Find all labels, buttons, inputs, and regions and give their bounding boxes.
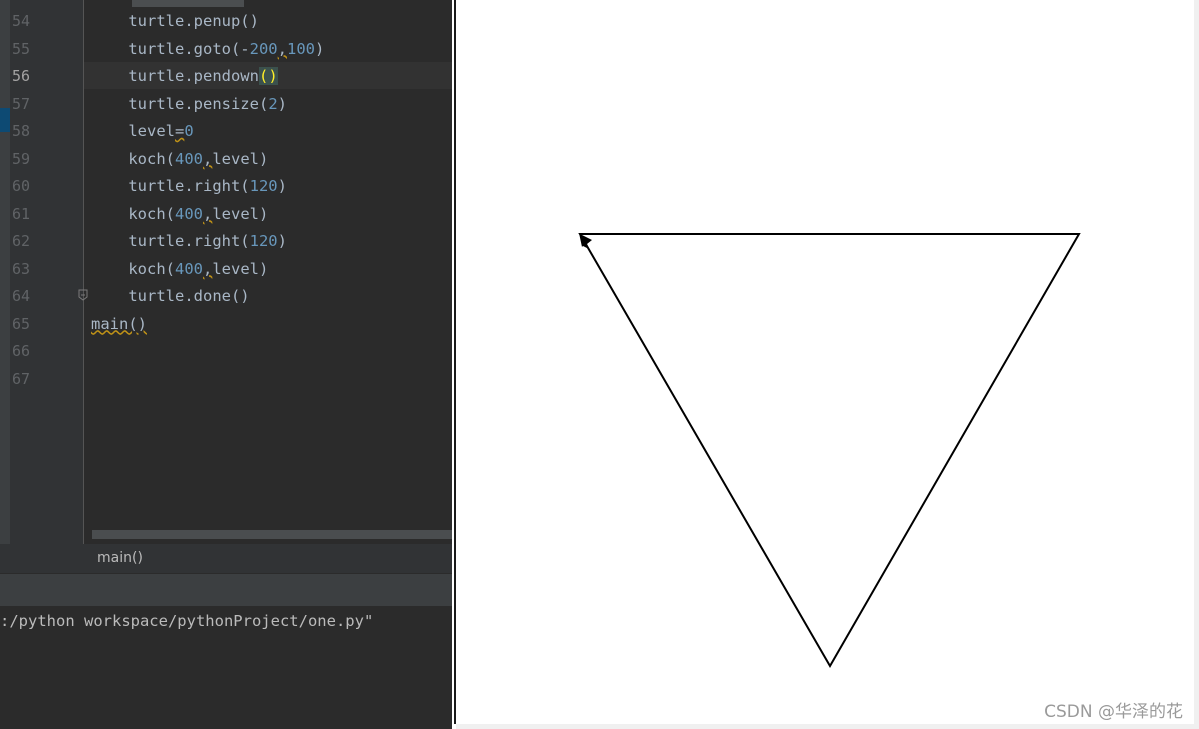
run-panel-header xyxy=(0,573,452,607)
code-token: ) xyxy=(314,39,325,58)
line-number: 62 xyxy=(12,232,31,250)
line-number: 60 xyxy=(12,177,31,195)
run-console[interactable]: :/python workspace/pythonProject/one.py" xyxy=(0,606,452,729)
code-line[interactable]: 59 koch(400,level) xyxy=(0,146,452,173)
code-token: main() xyxy=(91,314,147,333)
code-token: ) xyxy=(277,232,287,250)
code-token: 120 xyxy=(249,177,278,195)
line-number: 63 xyxy=(12,259,31,278)
line-number: 58 xyxy=(12,122,31,140)
line-number: 67 xyxy=(12,369,31,388)
code-token: 120 xyxy=(249,232,278,250)
ide-panel: 54 turtle.penup() 55 turtle.goto(-200,100… xyxy=(0,0,452,729)
code-token: 400 xyxy=(175,259,203,278)
line-number: 56 xyxy=(12,67,31,85)
code-text[interactable]: turtle.pendown() xyxy=(91,63,278,90)
code-line[interactable]: 54 turtle.penup() xyxy=(0,8,452,35)
line-number: 65 xyxy=(12,314,31,333)
code-token: turtle.penup() xyxy=(91,12,259,30)
code-token: turtle.pensize( xyxy=(91,94,269,113)
code-line[interactable]: 65 main() xyxy=(0,311,452,338)
line-number: 57 xyxy=(12,94,31,113)
code-token: turtle.right( xyxy=(91,232,250,250)
code-line[interactable]: 63 koch(400,level) xyxy=(0,256,452,283)
code-line[interactable]: 55 turtle.goto(-200,100) xyxy=(0,36,452,63)
code-line[interactable]: 60 turtle.right(120) xyxy=(0,173,452,200)
code-text[interactable]: turtle.pensize(2) xyxy=(91,91,287,118)
code-token: level) xyxy=(212,204,269,223)
code-text[interactable]: turtle.goto(-200,100) xyxy=(91,36,324,63)
code-text[interactable]: turtle.done() xyxy=(91,283,250,310)
code-token: 200 xyxy=(249,39,278,58)
code-text[interactable]: koch(400,level) xyxy=(91,201,268,228)
code-text[interactable]: koch(400,level) xyxy=(91,256,268,283)
code-line[interactable]: 64 turtle.done() xyxy=(0,283,452,310)
code-token: turtle.done() xyxy=(91,287,250,305)
code-token: ) xyxy=(277,177,287,195)
code-token: , xyxy=(203,204,213,223)
code-token: turtle.pendown xyxy=(91,67,259,85)
code-line[interactable]: 56 turtle.pendown() xyxy=(0,63,452,90)
code-token: turtle.right( xyxy=(91,177,250,195)
code-text[interactable]: turtle.penup() xyxy=(91,8,259,35)
code-text[interactable]: koch(400,level) xyxy=(91,146,268,173)
horizontal-scrollbar[interactable] xyxy=(92,530,452,539)
code-token: 0 xyxy=(184,122,194,140)
window-frame-right xyxy=(1194,0,1199,729)
code-token: koch( xyxy=(91,149,175,168)
code-line[interactable]: 66 xyxy=(0,338,452,365)
code-text[interactable]: turtle.right(120) xyxy=(91,228,287,255)
code-text[interactable]: main() xyxy=(91,311,147,338)
code-token: level) xyxy=(212,149,269,168)
breadcrumb-bar: main() xyxy=(0,544,452,573)
code-token: level) xyxy=(212,259,269,278)
code-line[interactable]: 67 xyxy=(0,366,452,393)
window-frame-bottom xyxy=(456,724,1199,729)
code-token: , xyxy=(203,149,213,168)
fold-end-icon[interactable] xyxy=(78,289,88,301)
code-token: 400 xyxy=(175,204,203,223)
line-number: 54 xyxy=(12,12,31,30)
code-line[interactable]: 57 turtle.pensize(2) xyxy=(0,91,452,118)
code-token: = xyxy=(175,122,185,140)
code-token: level xyxy=(91,122,175,140)
code-text[interactable]: turtle.right(120) xyxy=(91,173,287,200)
line-number: 64 xyxy=(12,287,31,305)
code-line[interactable]: 58 level=0 xyxy=(0,118,452,145)
code-token: turtle.goto(- xyxy=(91,39,250,58)
line-number: 59 xyxy=(12,149,31,168)
code-token: 2 xyxy=(268,94,278,113)
code-line[interactable]: 61 koch(400,level) xyxy=(0,201,452,228)
code-token: () xyxy=(258,67,278,85)
turtle-arrow-icon xyxy=(579,233,592,249)
line-number: 55 xyxy=(12,39,31,58)
code-token: koch( xyxy=(91,204,175,223)
watermark: CSDN @华泽的花 xyxy=(1044,702,1183,722)
code-token: koch( xyxy=(91,259,175,278)
breadcrumb[interactable]: main() xyxy=(97,544,143,573)
code-text[interactable]: level=0 xyxy=(91,118,194,145)
console-output: :/python workspace/pythonProject/one.py" xyxy=(0,612,374,630)
line-number: 61 xyxy=(12,204,31,223)
code-line[interactable]: 62 turtle.right(120) xyxy=(0,228,452,255)
code-token: , xyxy=(203,259,213,278)
code-token: ) xyxy=(277,94,287,113)
code-token: , xyxy=(277,39,287,58)
code-token: 100 xyxy=(286,39,315,58)
editor-tab[interactable] xyxy=(132,0,244,7)
koch-triangle xyxy=(578,233,1081,668)
code-token: 400 xyxy=(175,149,203,168)
turtle-canvas: CSDN @华泽的花 xyxy=(456,0,1199,729)
turtle-drawing xyxy=(578,233,1081,668)
line-number: 66 xyxy=(12,342,31,360)
